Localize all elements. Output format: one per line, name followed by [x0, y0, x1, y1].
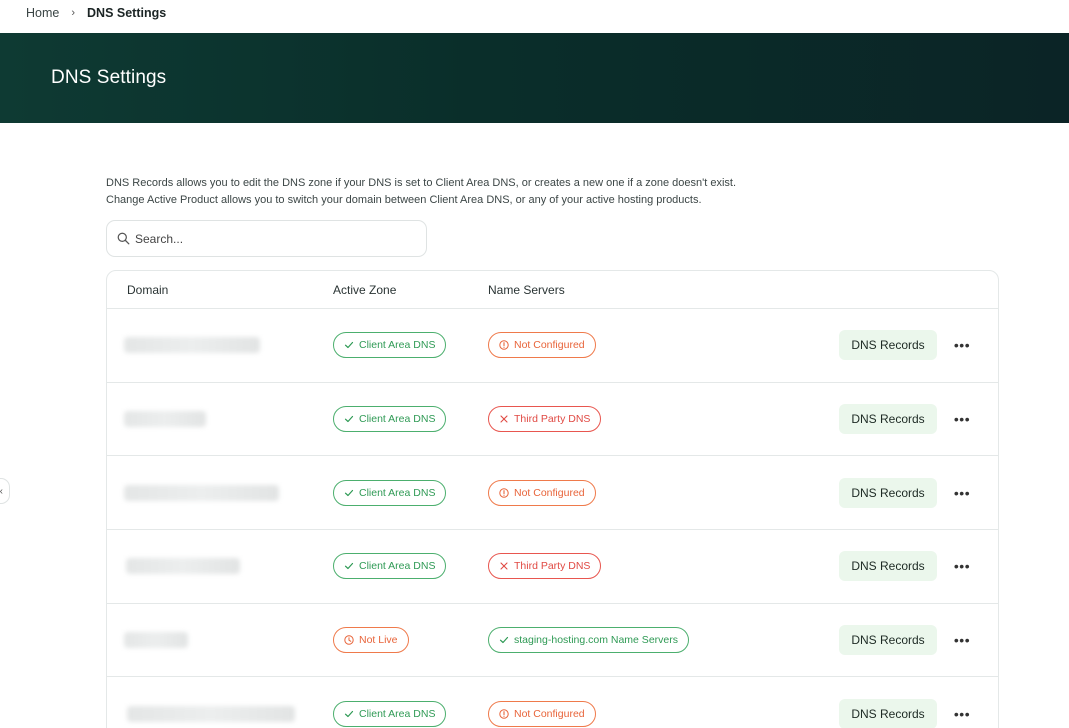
domain-name-redacted [124, 337, 260, 354]
active-zone-label: Client Area DNS [359, 486, 436, 499]
search-box[interactable] [106, 220, 427, 257]
dns-records-button[interactable]: DNS Records [839, 698, 937, 728]
table-row: Not Live staging-hosting.com Name Servers… [107, 604, 998, 678]
name-servers-badge: Not Configured [488, 479, 596, 506]
column-header-domain: Domain [127, 282, 169, 297]
domain-name-redacted [126, 558, 240, 575]
sidebar-collapse-toggle[interactable]: ‹ [0, 478, 10, 504]
name-servers-label: Third Party DNS [514, 560, 591, 573]
search-input[interactable] [135, 231, 415, 246]
table-row: Client Area DNS Not Configured DNS Records… [107, 677, 998, 728]
name-servers-badge: Third Party DNS [488, 553, 602, 580]
chevron-left-icon: ‹ [0, 486, 3, 497]
dns-records-button[interactable]: DNS Records [839, 551, 937, 582]
more-options-icon[interactable]: ••• [950, 483, 974, 503]
alert-circle-icon [499, 340, 509, 351]
dns-records-button[interactable]: DNS Records [839, 625, 937, 656]
active-zone-badge: Not Live [333, 627, 409, 654]
page-title: DNS Settings [51, 67, 167, 88]
search-icon [117, 232, 130, 245]
table-row: Client Area DNS Not Configured DNS Records… [107, 309, 998, 383]
check-icon [344, 709, 354, 719]
more-options-icon[interactable]: ••• [950, 630, 974, 650]
name-servers-badge: Not Configured [488, 332, 596, 359]
check-icon [344, 488, 354, 498]
name-servers-badge: staging-hosting.com Name Servers [488, 627, 689, 654]
column-header-active-zone: Active Zone [333, 282, 397, 297]
table-header: Domain Active Zone Name Servers [107, 271, 998, 309]
active-zone-label: Not Live [359, 634, 398, 647]
domain-name-redacted [124, 411, 206, 428]
clock-icon [344, 635, 354, 645]
active-zone-label: Client Area DNS [359, 560, 436, 573]
breadcrumb-current: DNS Settings [87, 6, 167, 20]
name-servers-badge: Not Configured [488, 700, 596, 727]
x-icon [499, 561, 509, 571]
active-zone-badge: Client Area DNS [333, 406, 447, 433]
name-servers-label: staging-hosting.com Name Servers [514, 634, 678, 647]
name-servers-label: Third Party DNS [514, 413, 591, 426]
active-zone-badge: Client Area DNS [333, 553, 447, 580]
column-header-name-servers: Name Servers [488, 282, 565, 297]
active-zone-badge: Client Area DNS [333, 479, 447, 506]
page-header-banner: DNS Settings [0, 33, 1069, 123]
active-zone-badge: Client Area DNS [333, 332, 447, 359]
table-row: Client Area DNS Not Configured DNS Records… [107, 456, 998, 531]
more-options-icon[interactable]: ••• [950, 704, 974, 724]
chevron-right-icon: › [71, 7, 76, 19]
check-icon [344, 340, 354, 350]
more-options-icon[interactable]: ••• [950, 556, 974, 576]
alert-circle-icon [499, 488, 509, 498]
active-zone-label: Client Area DNS [359, 707, 436, 720]
page-description: DNS Records allows you to edit the DNS z… [106, 175, 866, 209]
table-row: Client Area DNS Third Party DNS DNS Record… [107, 383, 998, 457]
breadcrumb: Home › DNS Settings [26, 0, 166, 26]
name-servers-label: Not Configured [514, 707, 585, 720]
name-servers-label: Not Configured [514, 486, 585, 499]
domains-table: Domain Active Zone Name Servers Client A… [106, 270, 999, 728]
check-icon [499, 635, 509, 645]
more-options-icon[interactable]: ••• [950, 335, 974, 355]
check-icon [344, 561, 354, 571]
more-options-icon[interactable]: ••• [950, 409, 974, 429]
domain-name-redacted [127, 705, 295, 722]
x-icon [499, 414, 509, 424]
description-line-1: DNS Records allows you to edit the DNS z… [106, 177, 737, 189]
name-servers-label: Not Configured [514, 339, 585, 352]
dns-records-button[interactable]: DNS Records [839, 477, 937, 508]
alert-circle-icon [499, 709, 509, 719]
name-servers-badge: Third Party DNS [488, 406, 602, 433]
check-icon [344, 414, 354, 424]
active-zone-label: Client Area DNS [359, 339, 436, 352]
description-line-2: Change Active Product allows you to swit… [106, 194, 702, 206]
active-zone-label: Client Area DNS [359, 413, 436, 426]
table-row: Client Area DNS Third Party DNS DNS Record… [107, 530, 998, 604]
dns-records-button[interactable]: DNS Records [839, 404, 937, 435]
active-zone-badge: Client Area DNS [333, 700, 447, 727]
dns-records-button[interactable]: DNS Records [839, 330, 937, 361]
table-body: Client Area DNS Not Configured DNS Records… [107, 309, 998, 728]
domain-name-redacted [124, 484, 279, 501]
domain-name-redacted [124, 632, 188, 649]
breadcrumb-home-link[interactable]: Home [26, 6, 59, 20]
